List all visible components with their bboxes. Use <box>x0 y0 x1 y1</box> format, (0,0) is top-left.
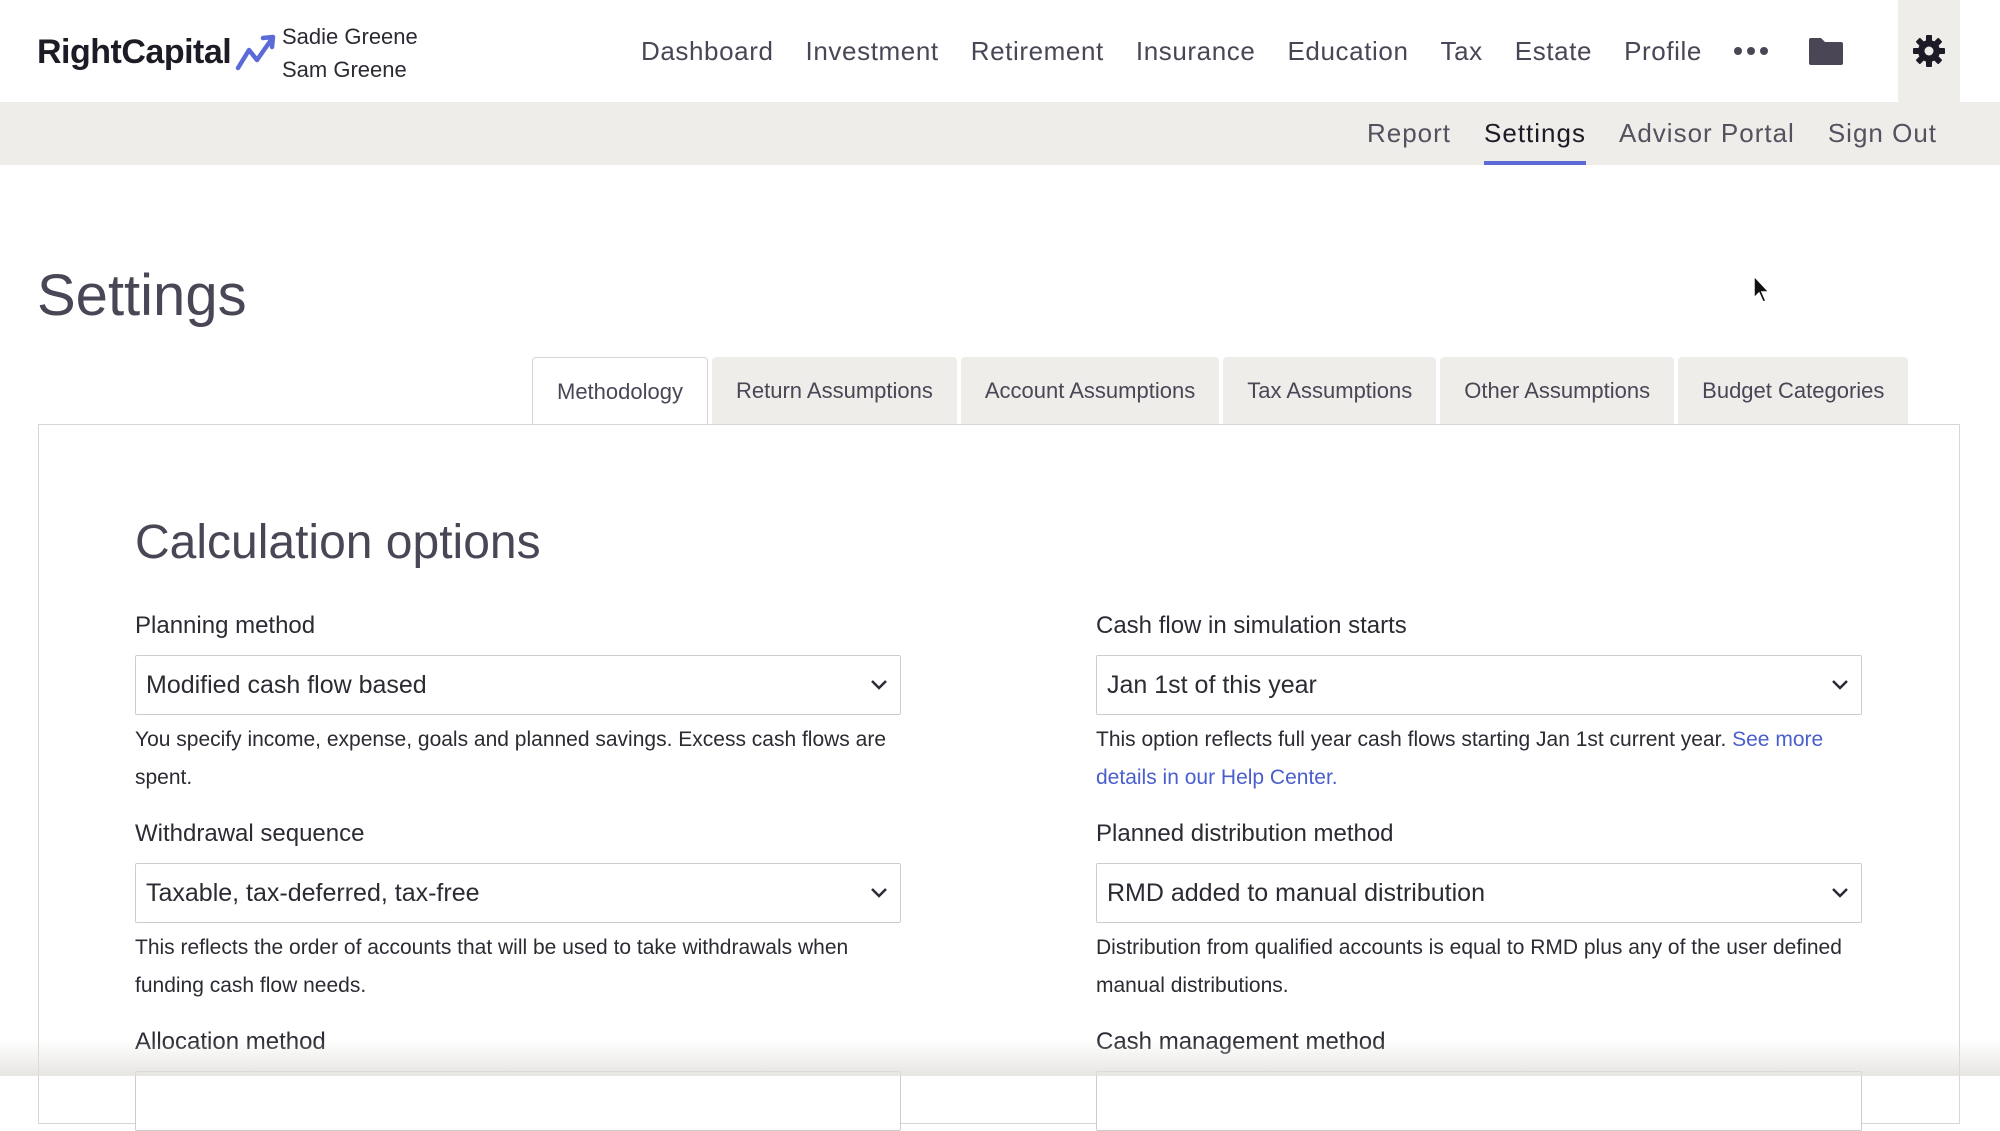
distribution-method-value: RMD added to manual distribution <box>1107 878 1485 907</box>
mouse-cursor-icon <box>1753 274 1771 303</box>
planning-method-desc: You specify income, expense, goals and p… <box>135 728 886 789</box>
nav-tax[interactable]: Tax <box>1441 36 1483 67</box>
nav-investment[interactable]: Investment <box>806 36 939 67</box>
chevron-down-icon <box>871 680 887 690</box>
withdrawal-sequence-desc: This reflects the order of accounts that… <box>135 936 849 997</box>
gear-icon <box>1913 35 1945 67</box>
bottom-fade <box>0 1040 2000 1076</box>
withdrawal-sequence-label: Withdrawal sequence <box>135 820 365 847</box>
brand-logo[interactable]: RightCapital <box>37 28 277 76</box>
nav-insurance[interactable]: Insurance <box>1136 36 1256 67</box>
nav-education[interactable]: Education <box>1287 36 1408 67</box>
chevron-down-icon <box>1832 680 1848 690</box>
planning-method-label: Planning method <box>135 612 316 639</box>
distribution-method-desc: Distribution from qualified accounts is … <box>1096 936 1842 997</box>
distribution-method-select[interactable]: RMD added to manual distribution <box>1096 863 1862 923</box>
nav-retirement[interactable]: Retirement <box>971 36 1104 67</box>
main-nav: Dashboard Investment Retirement Insuranc… <box>641 30 1872 72</box>
withdrawal-sequence-value: Taxable, tax-deferred, tax-free <box>146 878 480 907</box>
nav-dashboard[interactable]: Dashboard <box>641 36 774 67</box>
planning-method-value: Modified cash flow based <box>146 670 427 699</box>
subnav-report[interactable]: Report <box>1367 102 1451 165</box>
client-name-1: Sadie Greene <box>282 24 418 49</box>
allocation-method-select[interactable] <box>135 1071 901 1131</box>
tab-return-assumptions[interactable]: Return Assumptions <box>711 357 957 425</box>
tab-methodology[interactable]: Methodology <box>532 357 708 426</box>
sub-nav-bar: Report Settings Advisor Portal Sign Out <box>0 102 2000 165</box>
tab-budget-categories[interactable]: Budget Categories <box>1678 357 1909 425</box>
planning-method-field: Planning method Modified cash flow based… <box>135 611 901 797</box>
brand-name: RightCapital <box>37 32 232 71</box>
cash-flow-start-select[interactable]: Jan 1st of this year <box>1096 655 1862 715</box>
withdrawal-sequence-select[interactable]: Taxable, tax-deferred, tax-free <box>135 863 901 923</box>
section-title: Calculation options <box>135 516 541 569</box>
chevron-down-icon <box>871 888 887 898</box>
more-dots-icon[interactable] <box>1734 41 1768 61</box>
subnav-sign-out[interactable]: Sign Out <box>1828 102 1937 165</box>
page-title: Settings <box>37 263 247 328</box>
cash-flow-start-field: Cash flow in simulation starts Jan 1st o… <box>1096 611 1862 797</box>
methodology-panel: Calculation options Planning method Modi… <box>38 424 1960 1131</box>
planning-method-select[interactable]: Modified cash flow based <box>135 655 901 715</box>
settings-tabs: Methodology Return Assumptions Account A… <box>532 357 1912 426</box>
client-name-2: Sam Greene <box>282 57 407 82</box>
tab-account-assumptions[interactable]: Account Assumptions <box>960 357 1220 425</box>
tab-tax-assumptions[interactable]: Tax Assumptions <box>1223 357 1437 425</box>
nav-estate[interactable]: Estate <box>1515 36 1592 67</box>
cash-flow-start-desc-text: This option reflects full year cash flow… <box>1096 728 1727 751</box>
subnav-settings[interactable]: Settings <box>1484 102 1586 165</box>
withdrawal-sequence-field: Withdrawal sequence Taxable, tax-deferre… <box>135 819 901 1005</box>
cash-flow-start-desc: This option reflects full year cash flow… <box>1096 721 1862 797</box>
tab-other-assumptions[interactable]: Other Assumptions <box>1440 357 1675 425</box>
subnav-advisor-portal[interactable]: Advisor Portal <box>1619 102 1795 165</box>
cash-flow-start-value: Jan 1st of this year <box>1107 670 1317 699</box>
distribution-method-field: Planned distribution method RMD added to… <box>1096 819 1862 1005</box>
trend-arrow-icon <box>235 34 276 71</box>
top-header: RightCapital Sadie Greene Sam Greene Das… <box>0 0 2000 102</box>
client-names: Sadie Greene Sam Greene <box>282 20 418 86</box>
chevron-down-icon <box>1832 888 1848 898</box>
cash-flow-start-label: Cash flow in simulation starts <box>1096 612 1407 639</box>
nav-profile[interactable]: Profile <box>1624 36 1702 67</box>
folder-icon[interactable] <box>1808 36 1844 66</box>
settings-button[interactable] <box>1898 0 1960 102</box>
distribution-method-label: Planned distribution method <box>1096 820 1394 847</box>
sub-nav: Report Settings Advisor Portal Sign Out <box>1334 102 1937 165</box>
cash-management-select[interactable] <box>1096 1071 1862 1131</box>
